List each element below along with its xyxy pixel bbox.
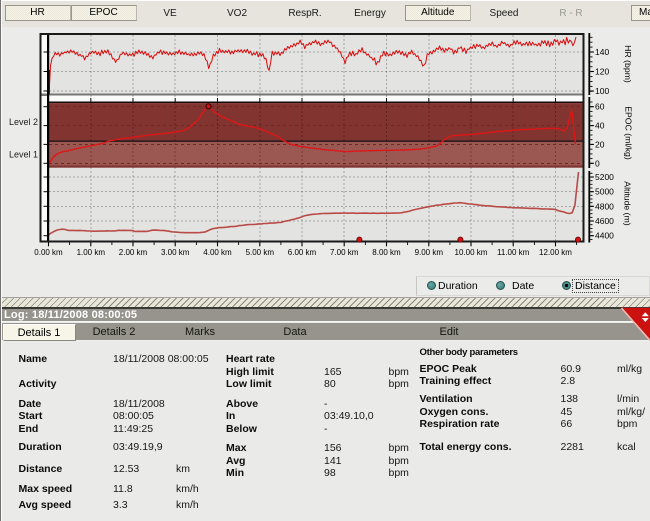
svg-text:6.00 km: 6.00 km [288,248,317,257]
svg-text:10.00 km: 10.00 km [455,248,488,257]
svg-text:HR (bpm): HR (bpm) [623,45,633,83]
svg-text:2.00 km: 2.00 km [119,248,148,257]
svg-text:7.00 km: 7.00 km [330,248,359,257]
svg-text:5200: 5200 [595,172,614,182]
svg-text:3.00 km: 3.00 km [161,248,190,257]
svg-text:11.00 km: 11.00 km [497,248,530,257]
svg-text:140: 140 [595,47,609,57]
svg-text:5.00 km: 5.00 km [246,248,275,257]
svg-text:4.00 km: 4.00 km [203,248,232,257]
svg-text:5000: 5000 [595,187,614,197]
svg-text:EPOC (ml/kg): EPOC (ml/kg) [624,106,634,160]
svg-text:20: 20 [595,139,605,149]
svg-text:1.00 km: 1.00 km [77,248,106,257]
svg-text:Level 1: Level 1 [9,149,38,159]
svg-text:4800: 4800 [595,201,614,211]
svg-text:4400: 4400 [595,231,614,241]
svg-text:0: 0 [595,158,600,168]
svg-text:Altitude (m): Altitude (m) [623,181,633,226]
svg-text:0.00 km: 0.00 km [34,248,63,257]
svg-text:100: 100 [595,86,609,96]
svg-text:4600: 4600 [595,216,614,226]
svg-text:9.00 km: 9.00 km [415,248,444,257]
svg-text:8.00 km: 8.00 km [372,248,401,257]
svg-text:Level 2: Level 2 [9,117,38,127]
svg-text:120: 120 [595,67,609,77]
svg-text:60: 60 [595,102,605,112]
svg-text:40: 40 [595,121,605,131]
svg-text:12.00 km: 12.00 km [539,248,572,257]
